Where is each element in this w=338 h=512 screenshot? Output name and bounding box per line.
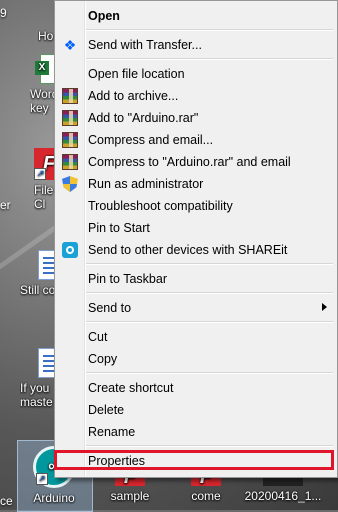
menu-separator: [86, 263, 333, 265]
menu-item-pin-to-taskbar[interactable]: Pin to Taskbar: [57, 268, 335, 290]
menu-item-send-with-shareit[interactable]: Send to other devices with SHAREit: [57, 239, 335, 261]
menu-item-properties[interactable]: Properties: [57, 450, 335, 472]
submenu-arrow-icon: [322, 303, 327, 311]
menu-item-delete[interactable]: Delete: [57, 399, 335, 421]
menu-item-send-to[interactable]: Send to: [57, 297, 335, 319]
shareit-icon: [62, 242, 78, 258]
shortcut-arrow-icon: ↗: [34, 168, 46, 180]
menu-item-copy[interactable]: Copy: [57, 348, 335, 370]
menu-separator: [86, 321, 333, 323]
winrar-icon: [62, 132, 78, 148]
menu-item-send-with-transfer[interactable]: ❖ Send with Transfer...: [57, 34, 335, 56]
menu-separator: [86, 29, 333, 31]
menu-item-open-file-location[interactable]: Open file location: [57, 63, 335, 85]
menu-item-compress-to-rar-and-email[interactable]: Compress to "Arduino.rar" and email: [57, 151, 335, 173]
shortcut-arrow-icon: ↗: [36, 473, 48, 485]
uac-shield-icon: [62, 176, 78, 192]
menu-separator: [86, 58, 333, 60]
menu-item-cut[interactable]: Cut: [57, 326, 335, 348]
menu-item-open[interactable]: Open: [57, 5, 335, 27]
menu-separator: [86, 372, 333, 374]
menu-item-rename[interactable]: Rename: [57, 421, 335, 443]
winrar-icon: [62, 154, 78, 170]
menu-item-add-to-archive[interactable]: Add to archive...: [57, 85, 335, 107]
edge-label: er: [0, 198, 11, 212]
menu-separator: [86, 445, 333, 447]
menu-item-add-to-rar[interactable]: Add to "Arduino.rar": [57, 107, 335, 129]
edge-label: ce: [0, 494, 13, 508]
winrar-icon: [62, 110, 78, 126]
context-menu: Open ❖ Send with Transfer... Open file l…: [54, 0, 338, 478]
dropbox-icon: ❖: [63, 37, 77, 53]
menu-item-run-as-administrator[interactable]: Run as administrator: [57, 173, 335, 195]
menu-item-compress-and-email[interactable]: Compress and email...: [57, 129, 335, 151]
menu-item-create-shortcut[interactable]: Create shortcut: [57, 377, 335, 399]
menu-item-troubleshoot-compatibility[interactable]: Troubleshoot compatibility: [57, 195, 335, 217]
menu-separator: [86, 292, 333, 294]
winrar-icon: [62, 88, 78, 104]
edge-label: 9: [0, 6, 7, 20]
menu-item-pin-to-start[interactable]: Pin to Start: [57, 217, 335, 239]
